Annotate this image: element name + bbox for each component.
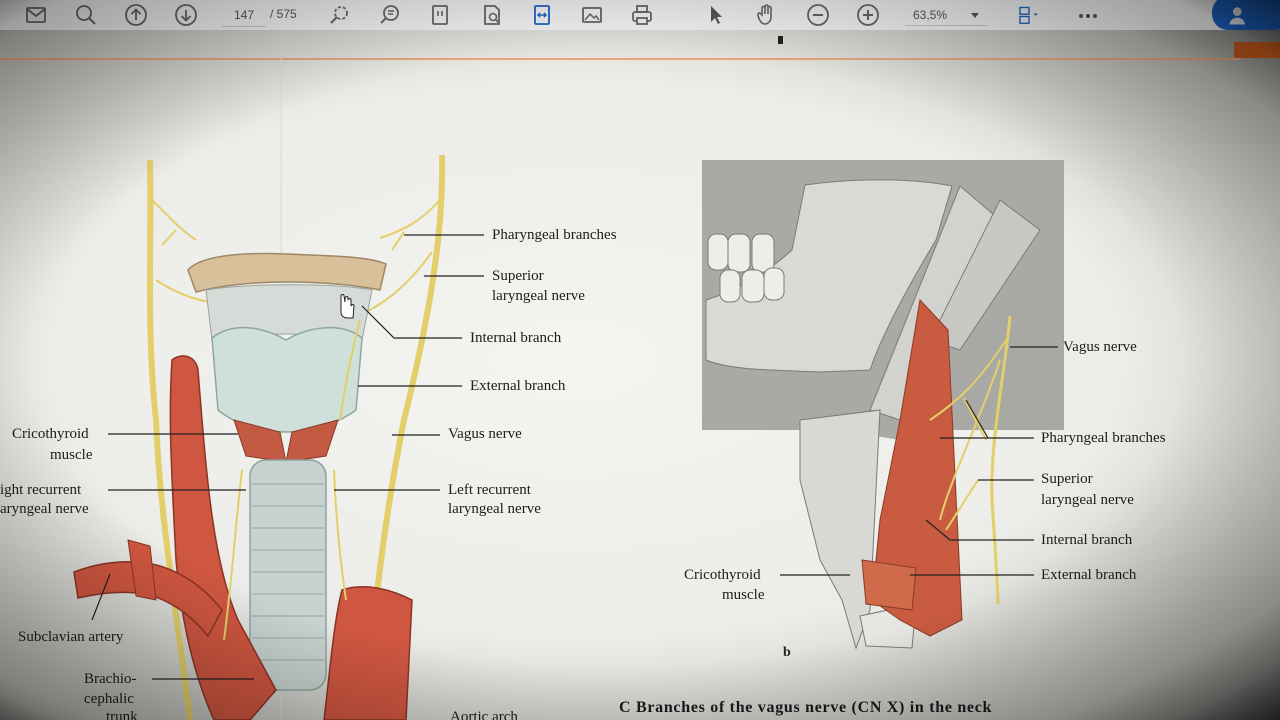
label-left-recurrent-1: Left recurrent <box>448 482 531 498</box>
pdf-viewer-window: 147 / 575 63,5% Pharyngeal branches Supe… <box>0 0 1280 720</box>
label-vagus-nerve-b: Vagus nerve <box>1063 339 1137 355</box>
label-superior-laryngeal-b-2: laryngeal nerve <box>1041 492 1134 508</box>
label-cricothyroid-a-2: muscle <box>50 447 93 463</box>
figure-illustration <box>73 30 1064 720</box>
label-superior-laryngeal-b-1: Superior <box>1041 471 1093 487</box>
figure-caption: C Branches of the vagus nerve (CN X) in … <box>619 699 993 716</box>
label-vagus-nerve-a: Vagus nerve <box>448 426 522 442</box>
label-subclavian-artery: Subclavian artery <box>18 629 124 645</box>
label-superior-laryngeal-a-2: laryngeal nerve <box>492 288 585 304</box>
label-aortic-arch: Aortic arch <box>450 709 518 720</box>
label-pharyngeal-branches-b: Pharyngeal branches <box>1041 430 1166 446</box>
label-cricothyroid-b-1: Cricothyroid <box>684 567 761 583</box>
label-superior-laryngeal-a-1: Superior <box>492 268 544 284</box>
label-cricothyroid-b-2: muscle <box>722 587 765 603</box>
label-left-recurrent-2: laryngeal nerve <box>448 501 541 517</box>
label-right-recurrent-2: aryngeal nerve <box>0 501 89 517</box>
label-external-branch-b: External branch <box>1041 567 1137 583</box>
label-internal-branch-b: Internal branch <box>1041 532 1133 548</box>
label-internal-branch-a: Internal branch <box>470 330 562 346</box>
label-right-recurrent-1: ight recurrent <box>0 482 82 498</box>
panel-b-letter: b <box>783 645 791 660</box>
label-brachiocephalic-1: Brachio- <box>84 671 137 687</box>
anterior-neck-illustration <box>73 154 484 720</box>
label-external-branch-a: External branch <box>470 378 566 394</box>
label-pharyngeal-branches-a: Pharyngeal branches <box>492 227 617 243</box>
label-brachiocephalic-3: trunk <box>106 709 138 720</box>
label-brachiocephalic-2: cephalic <box>84 691 134 707</box>
label-cricothyroid-a-1: Cricothyroid <box>12 426 89 442</box>
